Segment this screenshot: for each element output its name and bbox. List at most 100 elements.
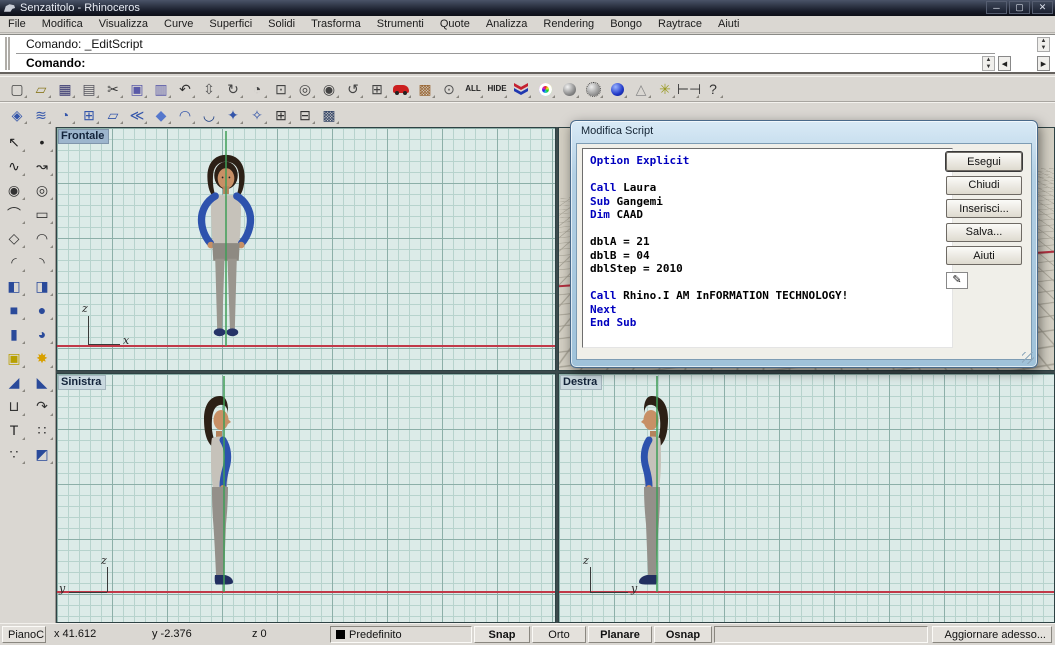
resize-grip[interactable] — [1022, 352, 1034, 364]
curve-interpolate-button[interactable]: ⌒ — [1, 202, 27, 226]
print-button[interactable]: ▤ — [77, 78, 101, 100]
help-button[interactable]: ? — [701, 78, 725, 100]
eraser-tool-button[interactable]: ✎ — [946, 272, 968, 289]
polygon-button[interactable]: ◇ — [1, 226, 27, 250]
viewport-sinistra[interactable]: Sinistra z y — [56, 373, 556, 623]
hide-objects-button[interactable]: HIDE — [485, 78, 509, 100]
script-editor[interactable]: Option Explicit Call LauraSub GangemiDim… — [582, 148, 953, 348]
statusbar-toggle-planare[interactable]: Planare — [588, 626, 652, 643]
mesh-patch-button[interactable]: ◆ — [149, 104, 173, 126]
close-button[interactable]: ✕ — [1032, 1, 1053, 14]
statusbar-toggle-orto[interactable]: Orto — [532, 626, 586, 643]
revolve-button[interactable]: ✦ — [221, 104, 245, 126]
command-scroll-left-button[interactable]: ◀ — [998, 56, 1011, 71]
box-button[interactable]: ■ — [1, 298, 27, 322]
rebuild-surface-button[interactable]: ≋ — [29, 104, 53, 126]
restore-button[interactable]: ▢ — [1009, 1, 1030, 14]
rotate-view-button[interactable]: ↻ — [221, 78, 245, 100]
statusbar-toggle-osnap[interactable]: Osnap — [654, 626, 712, 643]
mesh-dense-button[interactable]: ▩ — [317, 104, 341, 126]
chiudi-button[interactable]: Chiudi — [946, 176, 1022, 195]
surface-grid-button[interactable]: ⊞ — [77, 104, 101, 126]
aiuti-button[interactable]: Aiuti — [946, 246, 1022, 265]
open-file-button[interactable]: ▱ — [29, 78, 53, 100]
zoom-extents-button[interactable]: ◉ — [317, 78, 341, 100]
surface-points-button[interactable]: ◧ — [1, 274, 27, 298]
select-all-button[interactable]: ALL — [461, 78, 485, 100]
spotlight-button[interactable]: △ — [629, 78, 653, 100]
arc-button[interactable]: ◠ — [29, 226, 55, 250]
cylinder-button[interactable]: ▮ — [1, 322, 27, 346]
command-history[interactable]: Comando: _EditScript — [16, 35, 995, 54]
command-scroll-right-button[interactable]: ▶ — [1037, 56, 1050, 71]
boolean-union-button[interactable]: ◕ — [29, 322, 55, 346]
ghosted-viewport-button[interactable] — [581, 78, 605, 100]
select-arrow-button[interactable]: ↖ — [1, 130, 27, 154]
cut-button[interactable]: ✂ — [101, 78, 125, 100]
plane-surface-button[interactable]: ▱ — [101, 104, 125, 126]
trim-button[interactable]: ◢ — [1, 370, 27, 394]
zoom-button[interactable]: ◔ — [245, 78, 269, 100]
rotate-button[interactable]: ↷ — [29, 394, 55, 418]
undo-view-button[interactable]: ↺ — [341, 78, 365, 100]
array-button[interactable]: ∷ — [29, 418, 55, 442]
viewport-label-destra[interactable]: Destra — [560, 375, 602, 390]
menu-quote[interactable]: Quote — [432, 17, 478, 31]
model-figure-left[interactable] — [197, 392, 241, 592]
viewport-destra[interactable]: Destra z y — [558, 373, 1055, 623]
pan-view-button[interactable]: ⇳ — [197, 78, 221, 100]
patch-button[interactable]: ✧ — [245, 104, 269, 126]
save-file-button[interactable]: ▦ — [53, 78, 77, 100]
layer-chevrons-button[interactable] — [509, 78, 533, 100]
control-points-button[interactable]: ◈ — [5, 104, 29, 126]
rectangle-button[interactable]: ▭ — [29, 202, 55, 226]
menu-solidi[interactable]: Solidi — [260, 17, 303, 31]
viewport-label-frontale[interactable]: Frontale — [58, 129, 109, 144]
command-history-spinner[interactable]: ▲▼ — [1037, 37, 1050, 52]
layer-state-button[interactable]: ▣ — [1, 346, 27, 370]
sphere-button[interactable]: ● — [29, 298, 55, 322]
command-grip[interactable] — [5, 37, 10, 70]
menu-trasforma[interactable]: Trasforma — [303, 17, 369, 31]
cplane-button[interactable]: PianoC — [2, 626, 46, 643]
menu-aiuti[interactable]: Aiuti — [710, 17, 747, 31]
menu-analizza[interactable]: Analizza — [478, 17, 536, 31]
split-viewport-button[interactable]: ⊞ — [269, 104, 293, 126]
fillet-arc-button[interactable]: ◠ — [173, 104, 197, 126]
curve-blend-button[interactable]: ◝ — [29, 250, 55, 274]
curve-freeform-button[interactable]: ∿ — [1, 154, 27, 178]
blend-arc-button[interactable]: ◡ — [197, 104, 221, 126]
menu-visualizza[interactable]: Visualizza — [91, 17, 156, 31]
menu-modifica[interactable]: Modifica — [34, 17, 91, 31]
viewport-frontale[interactable]: Frontale z — [56, 127, 556, 371]
conic-button[interactable]: ◜ — [1, 250, 27, 274]
menu-strumenti[interactable]: Strumenti — [369, 17, 432, 31]
circle-button[interactable]: ◉ — [1, 178, 27, 202]
split-button[interactable]: ◣ — [29, 370, 55, 394]
rendered-viewport-button[interactable] — [605, 78, 629, 100]
layer-cell[interactable]: Predefinito — [330, 626, 472, 643]
viewport-layout-button[interactable]: ⊞ — [365, 78, 389, 100]
update-now-button[interactable]: Aggiornare adesso... — [932, 626, 1052, 643]
color-wheel-button[interactable] — [533, 78, 557, 100]
paste-button[interactable]: ▥ — [149, 78, 173, 100]
surface-patch-button[interactable]: ◨ — [29, 274, 55, 298]
extend-curve-button[interactable]: ≪ — [125, 104, 149, 126]
viewport-label-sinistra[interactable]: Sinistra — [58, 375, 106, 390]
point-cloud-button[interactable]: ∵ — [1, 442, 27, 466]
menu-curve[interactable]: Curve — [156, 17, 201, 31]
curve-control-button[interactable]: ↝ — [29, 154, 55, 178]
new-file-button[interactable]: ▢ — [5, 78, 29, 100]
command-prompt-spinner[interactable]: ▲▼ — [982, 56, 995, 71]
render-button[interactable] — [389, 78, 413, 100]
dimension-button[interactable]: ⊢⊣ — [677, 78, 701, 100]
menu-raytrace[interactable]: Raytrace — [650, 17, 710, 31]
sphere-quadrant-button[interactable]: ◔ — [53, 104, 77, 126]
undo-button[interactable]: ↶ — [173, 78, 197, 100]
copy-button[interactable]: ▣ — [125, 78, 149, 100]
zoom-dynamic-button[interactable]: ◎ — [293, 78, 317, 100]
inserisci-button[interactable]: Inserisci... — [946, 199, 1022, 218]
join-button[interactable]: ⊔ — [1, 394, 27, 418]
menu-superfici[interactable]: Superfici — [201, 17, 260, 31]
command-prompt[interactable]: Comando: — [16, 54, 945, 73]
